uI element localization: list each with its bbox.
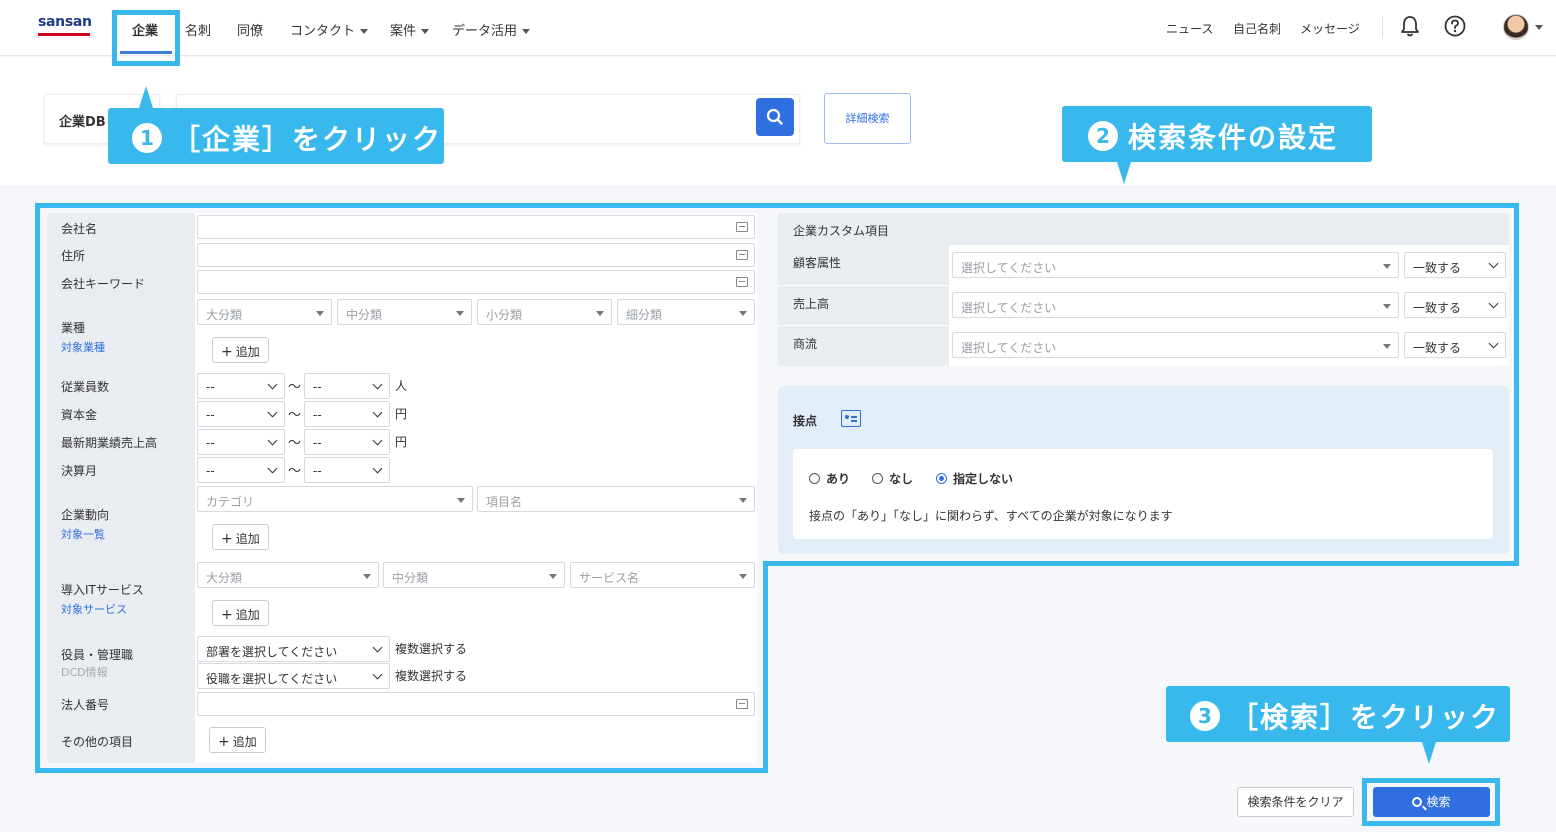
callout-step-3: 3 ［検索］をクリック (1166, 686, 1510, 742)
search-button-label: 検索 (1426, 795, 1451, 809)
callout-number: 3 (1190, 701, 1220, 731)
search-icon (1412, 797, 1423, 807)
callout-text: ［検索］をクリック (1230, 701, 1501, 734)
callout-pointer (1422, 742, 1436, 764)
clear-conditions-button[interactable]: 検索条件をクリア (1237, 787, 1354, 817)
search-button[interactable]: 検索 (1373, 787, 1490, 817)
